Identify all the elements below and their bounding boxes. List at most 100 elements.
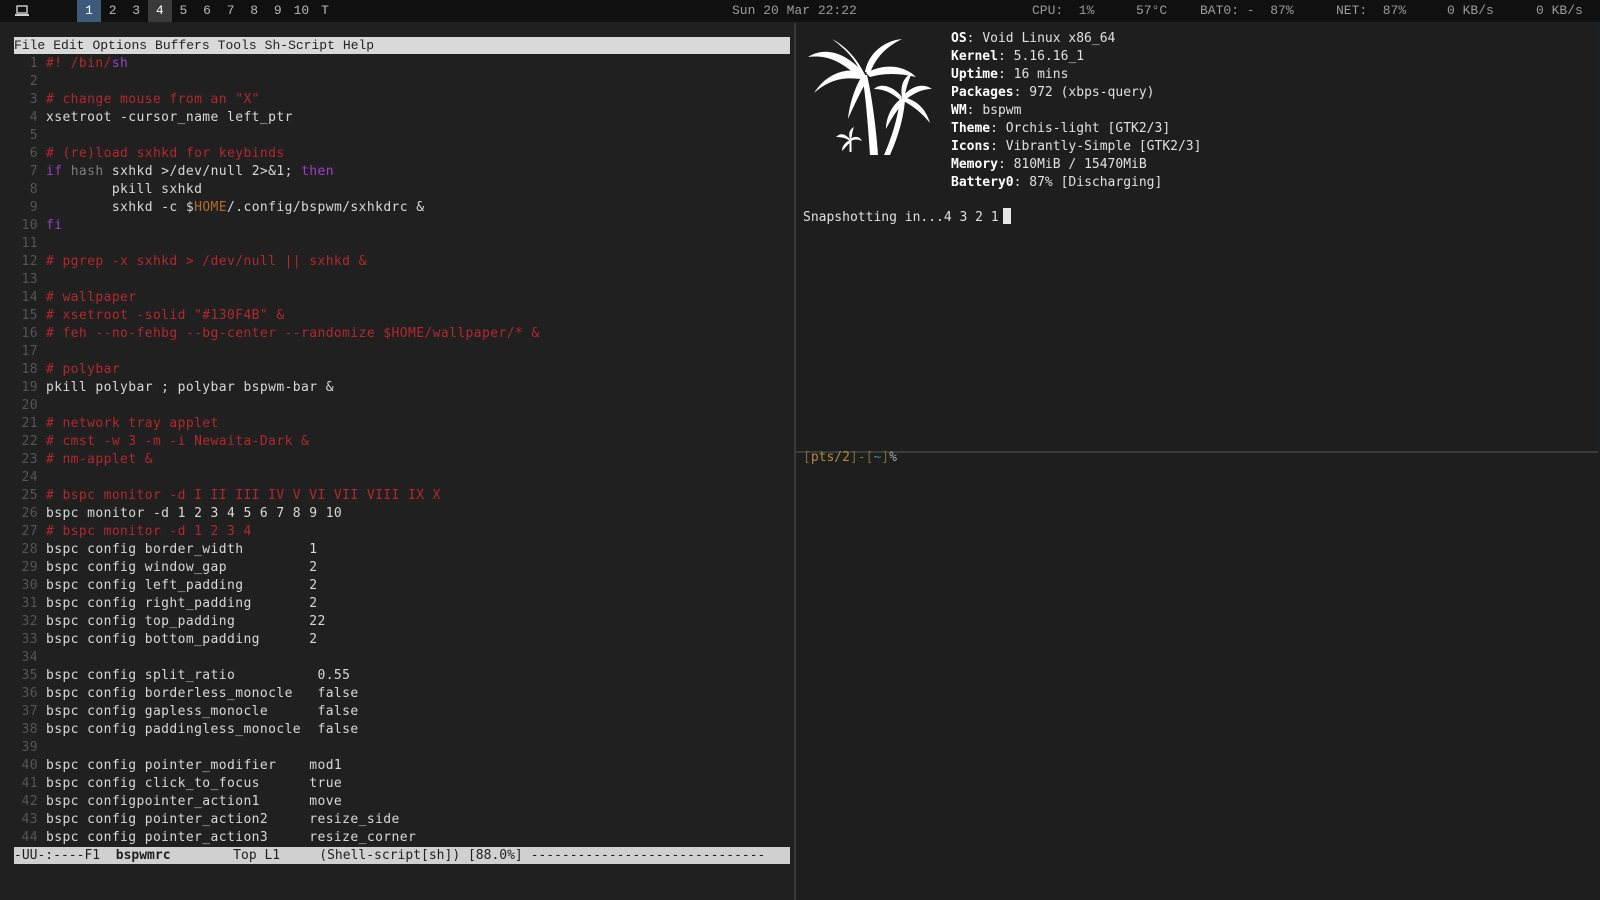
code-line[interactable]: 15 # xsetroot -solid "#130F4B" & [14, 307, 790, 325]
info-key: Icons [951, 139, 991, 154]
workspace-5[interactable]: 5 [171, 0, 195, 22]
workspace-7[interactable]: 7 [219, 0, 243, 22]
code-line[interactable]: 42 bspc configpointer_action1 move [14, 793, 790, 811]
code-line[interactable]: 43 bspc config pointer_action2 resize_sid… [14, 811, 790, 829]
line-number: 5 [29, 128, 38, 143]
code-line[interactable]: 1 #! /bin/sh [14, 55, 790, 73]
code-line[interactable]: 4 xsetroot -cursor_name left_ptr [14, 109, 790, 127]
system-info-list: OS: Void Linux x86_64 Kernel: 5.16.16_1 Up… [951, 30, 1201, 192]
line-number: 44 [21, 830, 38, 845]
line-text: pkill polybar ; polybar bspwm-bar & [46, 380, 334, 395]
code-line[interactable]: 12 # pgrep -x sxhkd > /dev/null || sxhkd … [14, 253, 790, 271]
code-line[interactable]: 3 # change mouse from an "X" [14, 91, 790, 109]
code-line[interactable]: 13 [14, 271, 790, 289]
code-buffer[interactable]: 1 #! /bin/sh 2 3 # change mouse from an "X" 4… [14, 55, 790, 847]
workspace-3[interactable]: 3 [124, 0, 148, 22]
code-line[interactable]: 22 # cmst -w 3 -m -i Newaita-Dark & [14, 433, 790, 451]
line-text: # (re)load sxhkd for keybinds [46, 146, 285, 161]
code-line[interactable]: 19 pkill polybar ; polybar bspwm-bar & [14, 379, 790, 397]
code-line[interactable]: 35 bspc config split_ratio 0.55 [14, 667, 790, 685]
battery-status: BAT0: - 87% [1200, 3, 1294, 18]
code-line[interactable]: 32 bspc config top_padding 22 [14, 613, 790, 631]
code-line[interactable]: 6 # (re)load sxhkd for keybinds [14, 145, 790, 163]
emacs-mode-line: -UU-:----F1 bspwmrc Top L1 (Shell-script… [14, 847, 790, 864]
code-line[interactable]: 18 # polybar [14, 361, 790, 379]
code-line[interactable]: 30 bspc config left_padding 2 [14, 577, 790, 595]
line-text: sxhkd -c $HOME/.config/bspwm/sxhkdrc & [46, 200, 425, 215]
code-line[interactable]: 41 bspc config click_to_focus true [14, 775, 790, 793]
terminal-shell-window[interactable]: [pts/2]-[~]% [796, 450, 1600, 900]
code-line[interactable]: 9 sxhkd -c $HOME/.config/bspwm/sxhkdrc & [14, 199, 790, 217]
code-line[interactable]: 16 # feh --no-fehbg --bg-center --randomi… [14, 325, 790, 343]
menu-options[interactable]: Options [92, 38, 147, 53]
code-line[interactable]: 21 # network tray applet [14, 415, 790, 433]
info-row-os: OS: Void Linux x86_64 [951, 30, 1201, 48]
code-line[interactable]: 28 bspc config border_width 1 [14, 541, 790, 559]
code-line[interactable]: 33 bspc config bottom_padding 2 [14, 631, 790, 649]
workspace-9[interactable]: 9 [266, 0, 290, 22]
code-line[interactable]: 10 fi [14, 217, 790, 235]
code-line[interactable]: 39 [14, 739, 790, 757]
line-text: # xsetroot -solid "#130F4B" & [46, 308, 285, 323]
workspace-10[interactable]: 10 [289, 0, 313, 22]
menu-help[interactable]: Help [343, 38, 374, 53]
code-line[interactable]: 40 bspc config pointer_modifier mod1 [14, 757, 790, 775]
line-number: 15 [21, 308, 38, 323]
code-line[interactable]: 38 bspc config paddingless_monocle false [14, 721, 790, 739]
line-text: bspc config window_gap 2 [46, 560, 318, 575]
menu-buffers[interactable]: Buffers [155, 38, 210, 53]
line-number: 11 [21, 236, 38, 251]
info-separator: : [997, 157, 1014, 172]
workspace-1[interactable]: 1 [77, 0, 101, 22]
code-line[interactable]: 29 bspc config window_gap 2 [14, 559, 790, 577]
code-line[interactable]: 8 pkill sxhkd [14, 181, 790, 199]
code-line[interactable]: 44 bspc config pointer_action3 resize_cor… [14, 829, 790, 847]
prompt-pts: pts/2 [810, 450, 850, 465]
info-value: bspwm [982, 103, 1022, 118]
code-line[interactable]: 37 bspc config gapless_monocle false [14, 703, 790, 721]
line-text: # change mouse from an "X" [46, 92, 260, 107]
code-line[interactable]: 24 [14, 469, 790, 487]
line-text: # wallpaper [46, 290, 137, 305]
code-line[interactable]: 23 # nm-applet & [14, 451, 790, 469]
line-number: 36 [21, 686, 38, 701]
code-line[interactable]: 5 [14, 127, 790, 145]
code-line[interactable]: 25 # bspc monitor -d I II III IV V VI VII… [14, 487, 790, 505]
info-row-theme: Theme: Orchis-light [GTK2/3] [951, 120, 1201, 138]
workspace-2[interactable]: 2 [101, 0, 125, 22]
info-separator: : [997, 49, 1014, 64]
line-text: if hash sxhkd >/dev/null 2>&1; then [46, 164, 334, 179]
line-text: bspc config left_padding 2 [46, 578, 318, 593]
info-row-memory: Memory: 810MiB / 15470MiB [951, 156, 1201, 174]
code-line[interactable]: 26 bspc monitor -d 1 2 3 4 5 6 7 8 9 10 [14, 505, 790, 523]
clock: Sun 20 Mar 22:22 [732, 3, 857, 18]
code-line[interactable]: 11 [14, 235, 790, 253]
menu-sh-script[interactable]: Sh-Script [265, 38, 335, 53]
info-key: Packages [951, 85, 1014, 100]
code-line[interactable]: 36 bspc config borderless_monocle false [14, 685, 790, 703]
code-line[interactable]: 17 [14, 343, 790, 361]
code-line[interactable]: 34 [14, 649, 790, 667]
workspace-6[interactable]: 6 [195, 0, 219, 22]
emacs-window[interactable]: File Edit Options Buffers Tools Sh-Script Help… [0, 23, 796, 900]
code-line[interactable]: 31 bspc config right_padding 2 [14, 595, 790, 613]
code-line[interactable]: 20 [14, 397, 790, 415]
menu-tools[interactable]: Tools [218, 38, 257, 53]
line-number: 9 [29, 200, 38, 215]
line-text: bspc config bottom_padding 2 [46, 632, 318, 647]
line-number: 13 [21, 272, 38, 287]
terminal-fetch-window[interactable]: OS: Void Linux x86_64 Kernel: 5.16.16_1 Up… [796, 23, 1598, 453]
workspace-T[interactable]: T [313, 0, 337, 22]
code-line[interactable]: 14 # wallpaper [14, 289, 790, 307]
menu-edit[interactable]: Edit [53, 38, 84, 53]
workspace-4[interactable]: 4 [147, 0, 172, 22]
menu-file[interactable]: File [14, 38, 45, 53]
workspace-8[interactable]: 8 [242, 0, 266, 22]
line-text: bspc config border_width 1 [46, 542, 318, 557]
line-number: 38 [21, 722, 38, 737]
code-line[interactable]: 7 if hash sxhkd >/dev/null 2>&1; then [14, 163, 790, 181]
code-line[interactable]: 27 # bspc monitor -d 1 2 3 4 [14, 523, 790, 541]
shell-prompt[interactable]: [pts/2]-[~]% [803, 449, 897, 467]
code-line[interactable]: 2 [14, 73, 790, 91]
line-number: 34 [21, 650, 38, 665]
